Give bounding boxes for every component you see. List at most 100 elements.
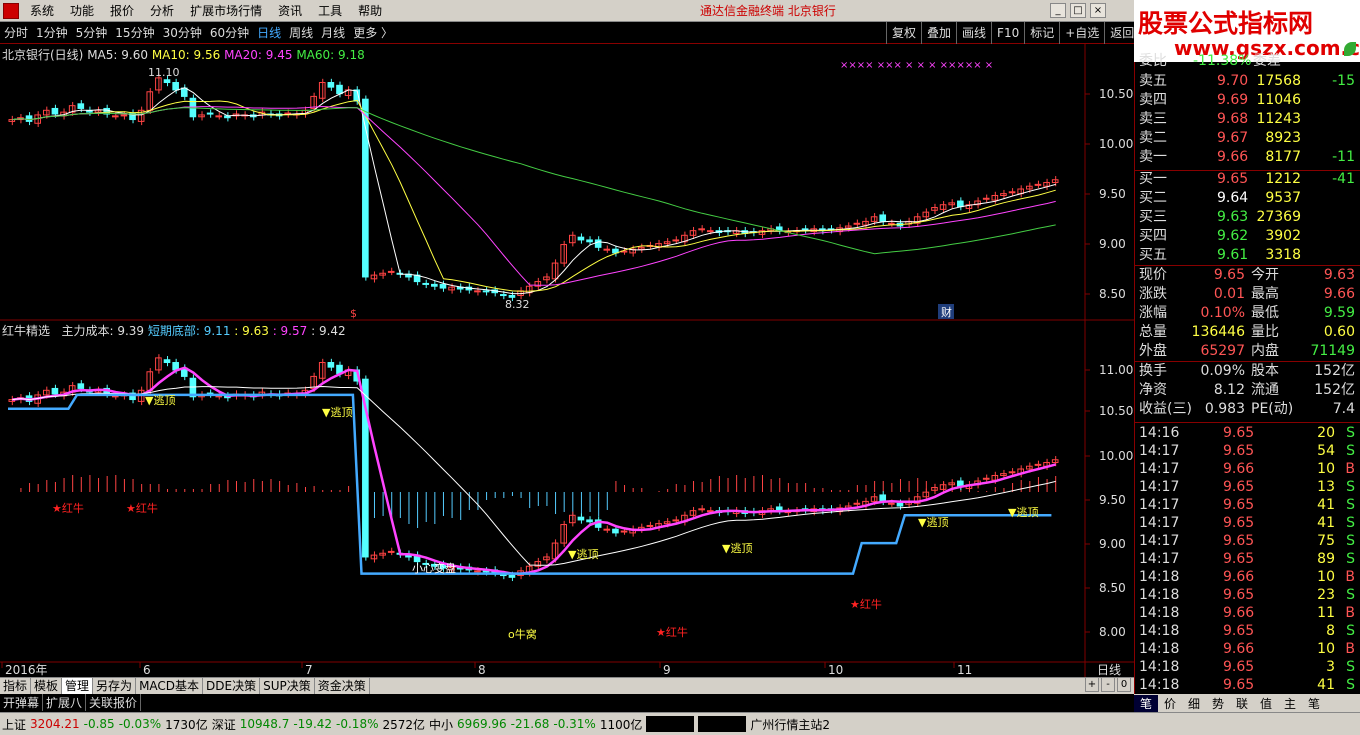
ask-row: 卖五 9.70 17568 -15 [1135,72,1360,90]
index-zx-pct: -0.31% [553,717,596,731]
tick-volume: 23 [1317,587,1335,603]
tick-time: 14:18 [1139,677,1180,693]
menu-item-quote[interactable]: 报价 [102,2,142,19]
sub-candle [982,477,990,480]
tick-time: 14:17 [1139,533,1180,549]
indicator-tabs: 指标 模板 管理 另存为 MACD基本 DDE决策 SUP决策 资金决策 [0,677,1134,695]
period-tab[interactable]: 60分钟 [206,24,253,41]
bid-label: 买四 [1139,228,1167,244]
extra-tabs: 开弹幕 扩展八 关联报价 [0,694,1134,711]
app-logo-icon [3,2,19,19]
add-watchlist-button[interactable]: +自选 [1059,22,1104,44]
fuquan-button[interactable]: 复权 [886,22,921,44]
bid-price: 9.63 [1217,209,1249,225]
zoom-in-icon[interactable]: + [1085,677,1099,692]
back-button[interactable]: 返回 [1104,22,1139,44]
period-tab[interactable]: 30分钟 [159,24,206,41]
stat-value: 0.60 [1323,324,1355,340]
trend-line [12,385,1056,566]
quote-tab[interactable]: 价 [1158,695,1182,712]
index-zx-name[interactable]: 中小 [427,716,455,733]
menu-item-function[interactable]: 功能 [62,2,102,19]
sub-candle [1008,471,1016,474]
index-sz-pct: -0.18% [336,717,379,731]
sub-candle [42,389,50,396]
main-candle [1026,185,1033,190]
index-sz-name[interactable]: 深证 [210,716,238,733]
stat-value: 136446 [1191,324,1245,340]
tab-danmu[interactable]: 开弹幕 [0,694,44,711]
ask-price: 9.68 [1217,111,1249,127]
event-marks: ×××× ××× × × × ××××× × [840,60,993,71]
bid-volume: 27369 [1256,209,1301,225]
period-tab[interactable]: 周线 [285,24,317,41]
menu-item-analysis[interactable]: 分析 [142,2,182,19]
main-candle [206,112,214,115]
bid-label: 买一 [1139,171,1167,187]
tab-fund[interactable]: 资金决策 [315,677,370,695]
index-sh-name[interactable]: 上证 [0,716,28,733]
quote-tab[interactable]: 主 [1278,695,1302,712]
stat-value: 65297 [1200,343,1245,359]
stat-label: 最高 [1251,286,1279,302]
tab-indicator[interactable]: 指标 [0,677,32,695]
red-bull-signal: ★红牛 [850,597,882,611]
menu-item-system[interactable]: 系统 [22,2,62,19]
quote-tab[interactable]: 笔 [1302,695,1326,712]
tab-macd[interactable]: MACD基本 [136,677,204,695]
minimize-icon[interactable]: _ [1050,3,1066,18]
sub-candle [543,556,550,561]
tick-volume: 11 [1317,605,1335,621]
server-label[interactable]: 广州行情主站2 [748,716,832,733]
tab-ext8[interactable]: 扩展八 [43,694,87,711]
menu-item-tools[interactable]: 工具 [310,2,350,19]
period-tab[interactable]: 15分钟 [111,24,158,41]
red-bull-signal: ★红牛 [126,501,158,515]
tick-volume: 8 [1326,623,1335,639]
settings-icon[interactable]: 0 [1117,677,1131,692]
menu-item-help[interactable]: 帮助 [350,2,390,19]
tab-dde[interactable]: DDE决策 [203,677,261,695]
sub-candle [896,502,904,507]
mark-button[interactable]: 标记 [1024,22,1059,44]
f10-button[interactable]: F10 [991,22,1024,44]
ask-label: 卖二 [1139,130,1167,146]
escape-signal: ▼逃顶 [568,548,598,561]
menu-item-news[interactable]: 资讯 [270,2,310,19]
ask-price: 9.70 [1217,73,1249,89]
quote-tab[interactable]: 笔 [1134,694,1158,712]
zoom-out-icon[interactable]: - [1101,677,1115,692]
sub-candle [620,530,628,533]
tab-related[interactable]: 关联报价 [86,694,142,711]
tab-template[interactable]: 模板 [31,677,63,695]
maximize-icon[interactable]: □ [1070,3,1086,18]
tick-row: 14:18 9.65 3 S [1135,658,1360,676]
period-tab[interactable]: 分时 [0,24,32,41]
red-bull-signal: ★红牛 [52,501,84,515]
period-tab[interactable]: 5分钟 [72,24,112,41]
sub-candle [879,494,887,502]
quote-tab[interactable]: 值 [1254,695,1278,712]
sub-candle [51,387,59,395]
draw-button[interactable]: 画线 [956,22,991,44]
close-icon[interactable]: × [1090,3,1106,18]
menu-item-ext-market[interactable]: 扩展市场行情 [182,2,270,19]
tab-manage[interactable]: 管理 [62,677,94,695]
tick-price: 9.65 [1223,497,1255,513]
chart-area[interactable]: 10.50 10.00 9.50 9.00 8.50 11.00 10.50 10.00 9.5… [0,44,1134,677]
period-tab-more[interactable]: 更多 〉 [349,24,397,41]
overlay-button[interactable]: 叠加 [921,22,956,44]
quote-tab[interactable]: 联 [1230,695,1254,712]
tab-save-as[interactable]: 另存为 [93,677,137,695]
period-tab[interactable]: 月线 [317,24,349,41]
tick-volume: 20 [1317,425,1335,441]
tab-sup[interactable]: SUP决策 [260,677,315,695]
index-sh-pct: -0.03% [118,717,162,731]
stat-label: 内盘 [1251,343,1279,359]
sub-candle [612,528,619,534]
period-tab-daily[interactable]: 日线 [253,24,285,41]
period-tab[interactable]: 1分钟 [32,24,72,41]
quote-tab[interactable]: 细 [1182,695,1206,712]
sub-candle [888,502,895,505]
quote-tab[interactable]: 势 [1206,695,1230,712]
